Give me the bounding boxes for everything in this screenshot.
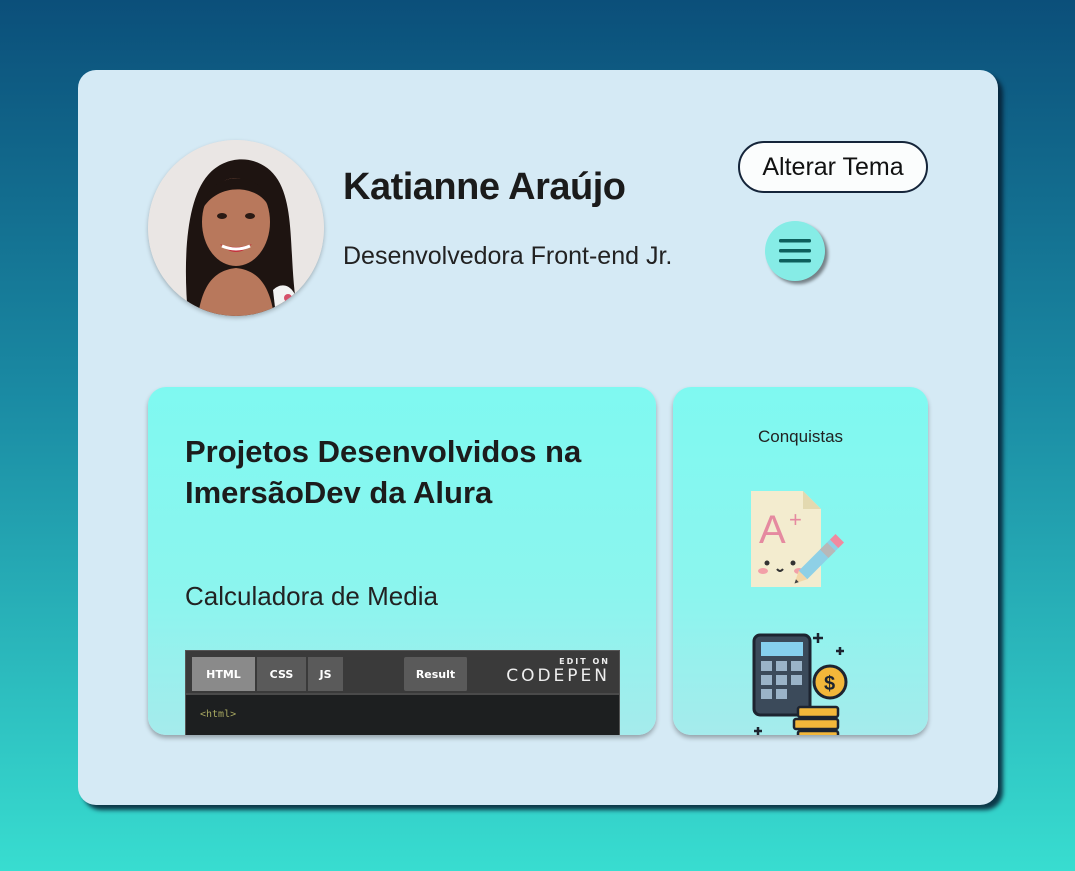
- a-plus-grade-icon: A +: [751, 491, 845, 587]
- projects-panel: Projetos Desenvolvidos na ImersãoDev da …: [148, 387, 656, 735]
- menu-button[interactable]: [765, 221, 825, 281]
- profile-card: Katianne Araújo Desenvolvedora Front-end…: [78, 70, 998, 805]
- codepen-edit-on: EDIT ON: [559, 657, 610, 666]
- avatar: [148, 140, 324, 316]
- svg-text:+: +: [789, 507, 802, 532]
- svg-text:A: A: [759, 508, 786, 552]
- codepen-logo: CODEPEN: [506, 666, 610, 686]
- calculator-coins-icon: $: [752, 633, 848, 735]
- achievements-title: Conquistas: [757, 427, 844, 446]
- profile-role: Desenvolvedora Front-end Jr.: [343, 242, 673, 270]
- codepen-tab-html[interactable]: HTML: [192, 657, 256, 691]
- avatar-photo: [148, 140, 324, 316]
- hamburger-menu-icon: [779, 239, 811, 263]
- achievements-panel: Conquistas A + $: [673, 387, 928, 735]
- codepen-brand[interactable]: EDIT ON CODEPEN: [506, 657, 610, 686]
- codepen-tab-css[interactable]: CSS: [257, 657, 307, 691]
- project-label: Calculadora de Media: [185, 581, 438, 611]
- codepen-tab-result[interactable]: Result: [404, 657, 468, 691]
- profile-name: Katianne Araújo: [343, 166, 626, 208]
- codepen-tab-js[interactable]: JS: [308, 657, 344, 691]
- projects-title: Projetos Desenvolvidos na ImersãoDev da …: [185, 434, 582, 510]
- change-theme-button[interactable]: Alterar Tema: [738, 141, 928, 193]
- svg-text:$: $: [824, 673, 835, 695]
- codepen-toolbar: HTML CSS JS Result EDIT ON CODEPEN: [186, 651, 619, 695]
- codepen-code-line: <html>: [200, 709, 237, 720]
- codepen-embed[interactable]: HTML CSS JS Result EDIT ON CODEPEN <html…: [185, 650, 620, 735]
